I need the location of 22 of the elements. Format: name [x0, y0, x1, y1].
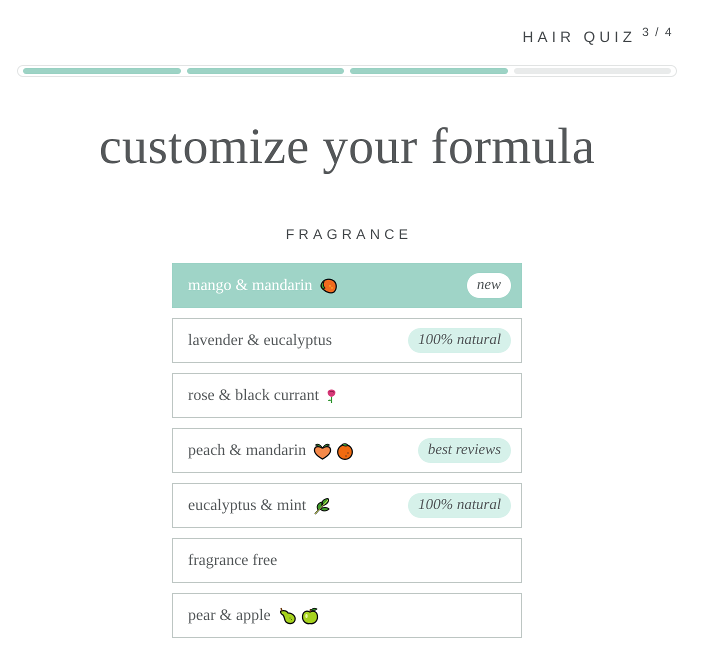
- option-tag: 100% natural: [408, 493, 511, 518]
- option-tag: new: [466, 273, 511, 298]
- pear-icon: [278, 606, 297, 624]
- option-tag: 100% natural: [408, 328, 511, 353]
- peach-icon: [313, 442, 332, 460]
- fragrance-option[interactable]: fragrance free: [172, 538, 522, 583]
- section-label: FRAGRANCE: [284, 225, 412, 244]
- quiz-title: HAIR QUIZ: [522, 29, 636, 47]
- mango-icon: [319, 277, 338, 294]
- apple-icon: [300, 606, 319, 624]
- rose-icon: [326, 388, 338, 402]
- step-counter: 3 / 4: [642, 26, 673, 38]
- page-heading: customize your formula: [99, 118, 595, 177]
- fragrance-option[interactable]: lavender & eucalyptus 100% natural: [172, 318, 522, 363]
- fragrance-option[interactable]: rose & black currant: [172, 373, 522, 418]
- tangerine-icon: [336, 442, 354, 460]
- fragrance-option[interactable]: pear & apple: [172, 593, 522, 638]
- option-tag: best reviews: [418, 438, 511, 463]
- fragrance-option[interactable]: eucalyptus & mint 100% natural: [172, 483, 522, 528]
- fragrance-option[interactable]: mango & mandarin new: [172, 263, 522, 308]
- fragrance-option[interactable]: peach & mandarin best reviews: [172, 428, 522, 473]
- leaf-icon: [313, 496, 332, 514]
